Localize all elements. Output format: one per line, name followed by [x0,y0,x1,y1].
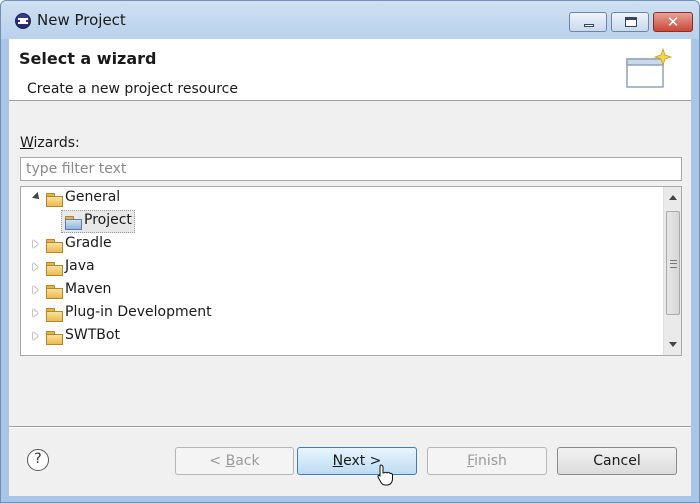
folder-icon [46,285,63,299]
wizard-tree[interactable]: General Project Gradle Java Maven Plug-i… [20,186,682,356]
minimize-button[interactable] [569,12,607,32]
filter-input[interactable] [20,157,682,181]
title-bar[interactable]: New Project ✕ [1,1,699,39]
scrollbar-thumb[interactable] [666,211,680,315]
folder-icon [46,331,63,345]
folder-icon [46,239,63,253]
close-icon: ✕ [666,13,680,31]
banner-description: Create a new project resource [27,81,238,97]
expand-arrow-icon[interactable] [33,240,38,248]
tree-item-label: Gradle [65,235,112,251]
scroll-down-arrow-icon[interactable] [669,342,677,347]
expand-arrow-icon[interactable] [33,263,38,271]
project-icon [65,216,82,230]
wizards-label: Wizards: [20,135,80,151]
tree-item-java[interactable]: Java [21,256,661,279]
tree-item-label: Project [84,212,132,228]
eclipse-app-icon [15,13,31,29]
minimize-icon [584,24,594,27]
banner-title: Select a wizard [19,49,157,68]
tree-item-general[interactable]: General [21,187,661,210]
tree-item-project[interactable]: Project [21,210,661,233]
mouse-pointer-icon [377,464,393,486]
grip-icon [670,260,677,268]
tree-item-label: Maven [65,281,112,297]
close-button[interactable]: ✕ [653,12,693,32]
tree-scrollbar[interactable] [663,187,681,355]
tree-item-label: Plug-in Development [65,304,212,320]
tree-item-gradle[interactable]: Gradle [21,233,661,256]
maximize-icon [625,17,637,27]
cancel-button[interactable]: Cancel [557,447,677,475]
folder-icon [46,308,63,322]
dialog-body: Select a wizard Create a new project res… [9,39,691,496]
next-button[interactable]: Next > [297,447,417,475]
collapse-arrow-icon[interactable] [32,192,42,202]
new-project-window: New Project ✕ Select a wizard Create a n… [0,0,700,503]
expand-arrow-icon[interactable] [33,309,38,317]
tree-item-label: Java [65,258,95,274]
tree-item-label: General [65,189,121,205]
maximize-button[interactable] [611,12,649,32]
expand-arrow-icon[interactable] [33,332,38,340]
folder-icon [46,262,63,276]
expand-arrow-icon[interactable] [33,286,38,294]
wizard-banner: Select a wizard Create a new project res… [9,39,691,101]
help-icon[interactable]: ? [27,449,49,471]
back-button[interactable]: < Back [175,447,294,475]
tree-item-plugin-development[interactable]: Plug-in Development [21,302,661,325]
finish-button[interactable]: Finish [427,447,547,475]
footer-separator [9,426,691,428]
scroll-up-arrow-icon[interactable] [669,195,677,200]
tree-item-swtbot[interactable]: SWTBot [21,325,661,348]
tree-item-label: SWTBot [65,327,120,343]
new-wizard-graphic-icon [623,45,673,95]
window-title: New Project [37,11,126,29]
folder-icon [46,193,63,207]
tree-item-maven[interactable]: Maven [21,279,661,302]
